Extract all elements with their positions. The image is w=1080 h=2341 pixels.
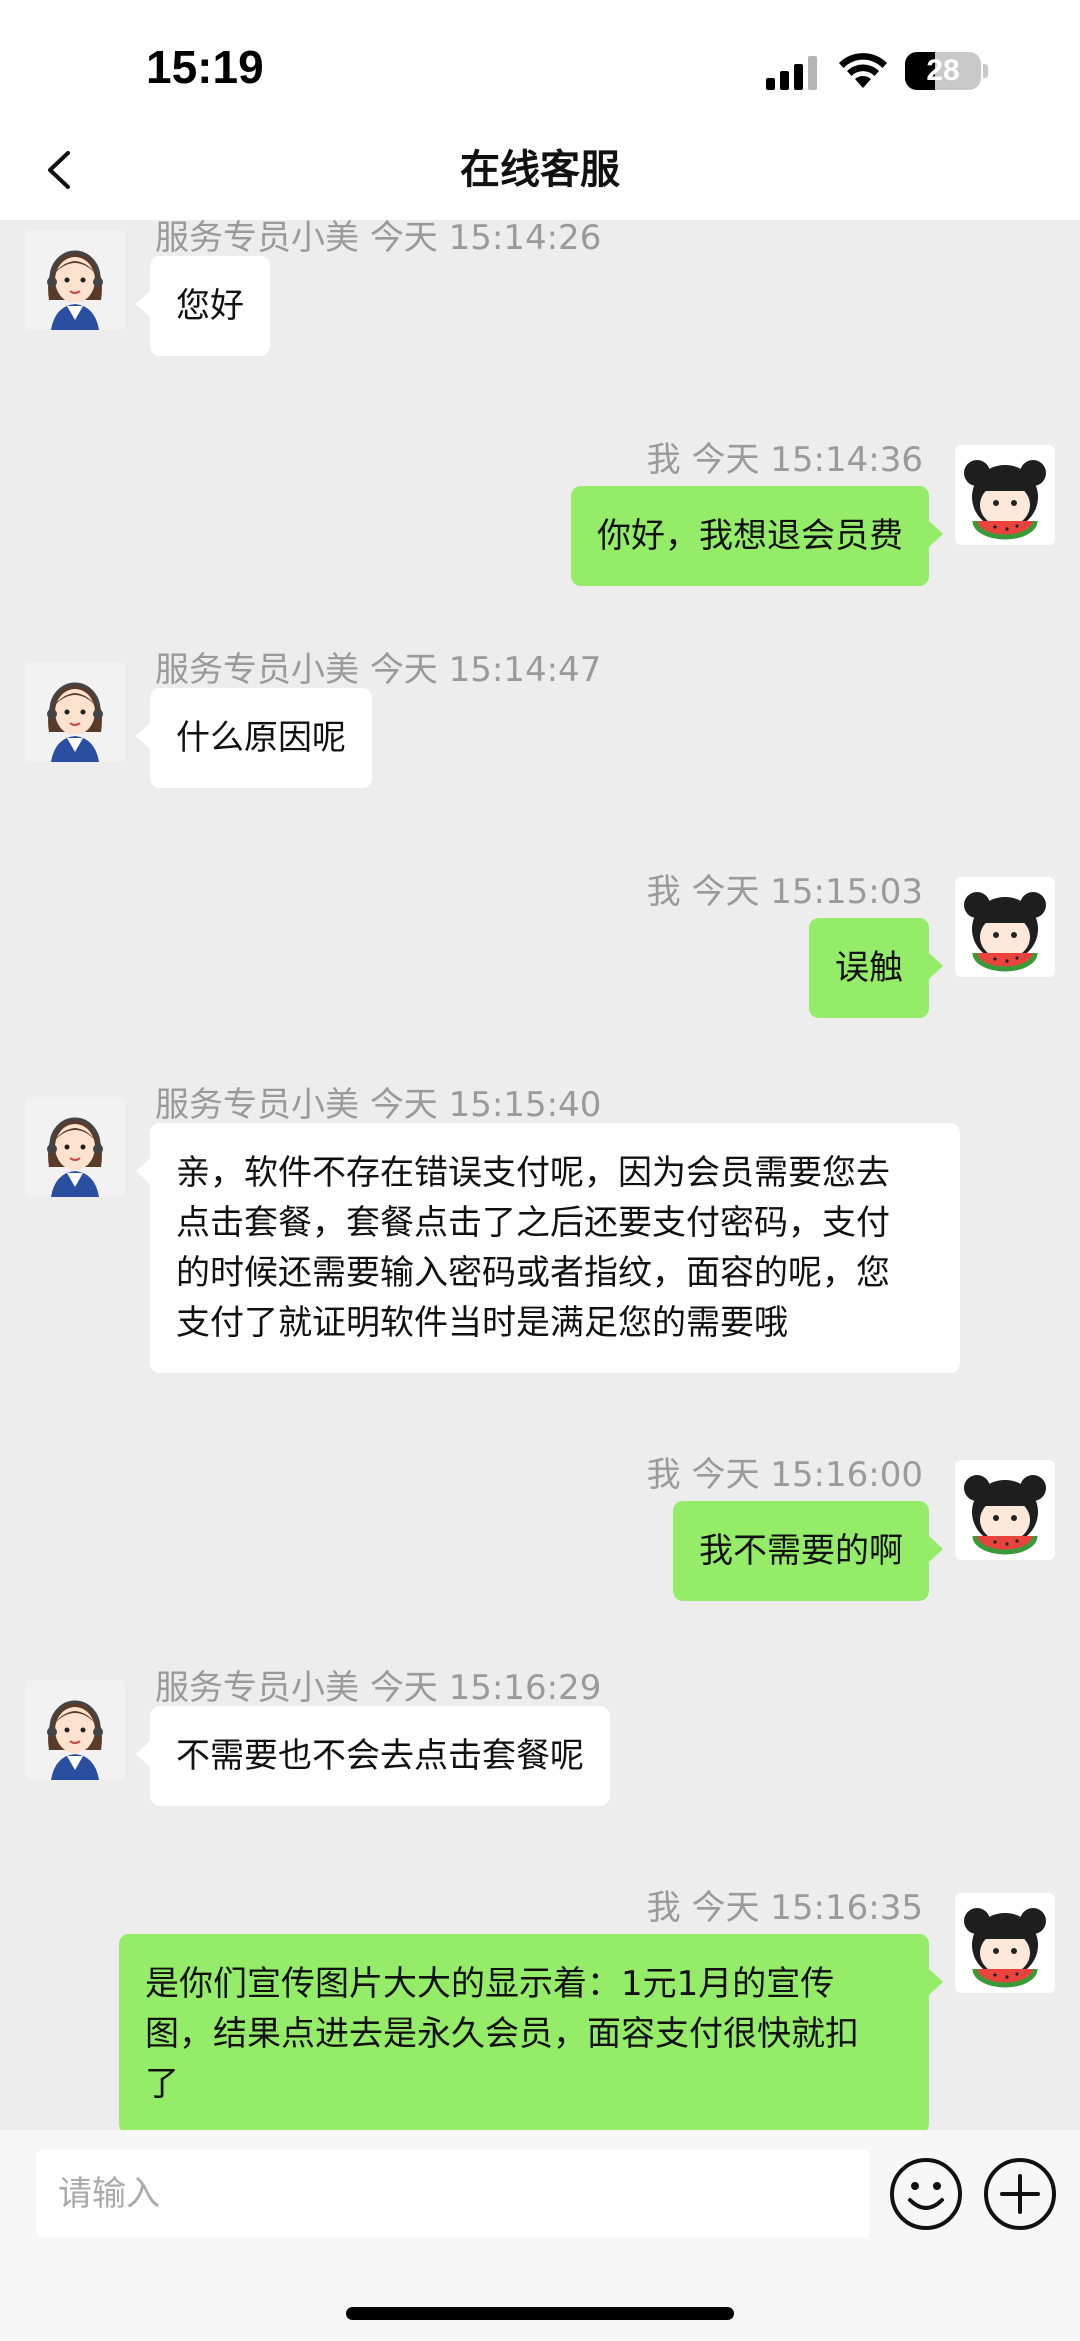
message-text-line: 支付了就证明软件当时是满足您的需要哦 xyxy=(176,1303,788,1343)
message-text-line: 亲，软件不存在错误支付呢，因为会员需要您去 xyxy=(176,1153,890,1193)
user-avatar[interactable] xyxy=(955,877,1055,977)
message-text: 我不需要的啊 xyxy=(699,1531,903,1571)
message-time: 今天 15:16:29 xyxy=(369,1668,602,1708)
message-text-line: 点击套餐，套餐点击了之后还要支付密码，支付 xyxy=(176,1203,890,1243)
message-sender: 服务专员小美 xyxy=(155,1668,359,1708)
message-bubble[interactable]: 您好 xyxy=(136,256,270,356)
message-text: 不需要也不会去点击套餐呢 xyxy=(176,1736,584,1776)
battery-level: 28 xyxy=(926,54,960,87)
message-bubble[interactable]: 是你们宣传图片大大的显示着：1元1月的宣传 图，结果点进去是永久会员，面容支付很… xyxy=(119,1934,943,2130)
message-sender: 我 xyxy=(646,872,681,912)
message-time: 今天 15:14:36 xyxy=(691,440,923,480)
agent-avatar[interactable] xyxy=(25,662,125,762)
message-text-line: 是你们宣传图片大大的显示着：1元1月的宣传 xyxy=(145,1964,835,2004)
message-bubble[interactable]: 什么原因呢 xyxy=(136,688,372,788)
emoji-icon[interactable] xyxy=(888,2156,964,2232)
agent-avatar[interactable] xyxy=(25,230,125,330)
agent-avatar[interactable] xyxy=(25,1097,125,1197)
message-time: 今天 15:14:47 xyxy=(369,650,602,690)
message-bubble[interactable]: 你好，我想退会员费 xyxy=(571,486,943,586)
message-text: 什么原因呢 xyxy=(176,718,346,758)
message-text: 您好 xyxy=(176,286,244,326)
status-time: 15:19 xyxy=(146,41,264,93)
message-time: 今天 15:15:40 xyxy=(369,1085,602,1125)
user-avatar[interactable] xyxy=(955,1460,1055,1560)
message-time: 今天 15:15:03 xyxy=(691,872,923,912)
message-text-line: 图，结果点进去是永久会员，面容支付很快就扣 xyxy=(145,2014,859,2054)
wifi-icon xyxy=(839,53,887,88)
message-sender: 服务专员小美 xyxy=(155,220,359,258)
message-input[interactable] xyxy=(36,2150,870,2238)
message-text: 误触 xyxy=(835,948,903,988)
message-bubble[interactable]: 不需要也不会去点击套餐呢 xyxy=(136,1706,610,1806)
cellular-signal-icon xyxy=(766,56,817,90)
message-sender: 我 xyxy=(646,440,681,480)
message-text: 你好，我想退会员费 xyxy=(597,516,903,556)
user-avatar[interactable] xyxy=(955,445,1055,545)
page-title: 在线客服 xyxy=(460,147,620,193)
message-sender: 服务专员小美 xyxy=(155,650,359,690)
message-time: 今天 15:14:26 xyxy=(369,220,602,258)
user-avatar[interactable] xyxy=(955,1893,1055,1993)
message-sender: 服务专员小美 xyxy=(155,1085,359,1125)
message-bubble[interactable]: 亲，软件不存在错误支付呢，因为会员需要您去 点击套餐，套餐点击了之后还要支付密码… xyxy=(136,1123,960,1373)
message-sender: 我 xyxy=(646,1455,681,1495)
battery-icon: 28 xyxy=(905,52,981,90)
chat-list[interactable]: 服务专员小美 今天 15:14:26 您好 我 今天 15:14:36 你好，我… xyxy=(0,220,1080,2130)
message-bubble[interactable]: 误触 xyxy=(809,918,943,1018)
message-bubble[interactable]: 我不需要的啊 xyxy=(673,1501,943,1601)
agent-avatar[interactable] xyxy=(25,1680,125,1780)
nav-bar: 在线客服 xyxy=(0,115,1080,220)
message-text-line: 的时候还需要输入密码或者指纹，面容的呢，您 xyxy=(176,1253,890,1293)
message-text-line: 了 xyxy=(145,2064,179,2104)
home-indicator[interactable] xyxy=(346,2307,734,2320)
message-time: 今天 15:16:00 xyxy=(691,1455,923,1495)
message-sender: 我 xyxy=(646,1888,681,1928)
plus-icon[interactable] xyxy=(982,2156,1058,2232)
message-time: 今天 15:16:35 xyxy=(691,1888,923,1928)
